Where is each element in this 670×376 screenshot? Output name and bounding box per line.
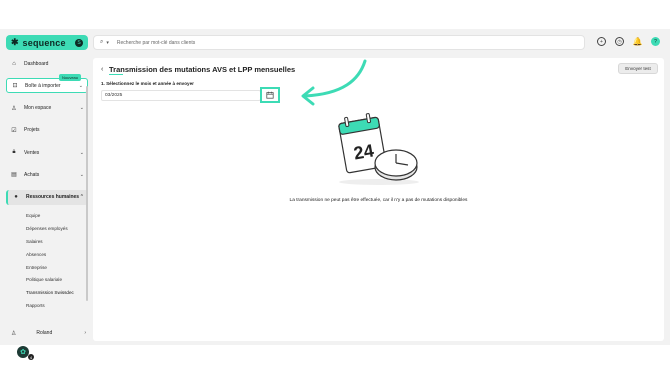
- user-menu[interactable]: ♙ Roland ›: [6, 327, 86, 339]
- chevron-down-icon: ⌄: [78, 82, 83, 89]
- check-icon: ☑: [11, 127, 17, 134]
- title-underline: [109, 74, 123, 75]
- chevron-down-icon: ⌄: [79, 105, 84, 112]
- add-icon[interactable]: +: [597, 37, 606, 46]
- submenu-item-team[interactable]: Equipe: [6, 209, 88, 222]
- pointer-arrow: [301, 59, 367, 106]
- sidebar-item-hr[interactable]: ● Ressources humaines ⌃: [6, 189, 88, 205]
- submenu-item-salaries[interactable]: Salaires: [6, 235, 88, 248]
- chevron-down-icon[interactable]: ▾: [106, 40, 109, 46]
- send-test-button[interactable]: Envoyer test: [618, 63, 658, 74]
- sidebar: ⌂ Dashboard Nouveau ⊡ Boîte à importer ⌄…: [6, 56, 88, 341]
- calendar-clock-illustration: 24: [338, 113, 419, 185]
- submenu-item-absences[interactable]: Absences: [6, 248, 88, 261]
- sidebar-item-purchases[interactable]: ▤ Achats ⌄: [6, 167, 88, 182]
- main-panel: ‹ Transmission des mutations AVS et LPP …: [93, 58, 664, 341]
- brand-logo[interactable]: ✱ sequence S: [6, 35, 88, 50]
- page-title: Transmission des mutations AVS et LPP me…: [109, 65, 296, 74]
- brand-name: sequence: [22, 37, 66, 48]
- logo-icon: ✱: [11, 37, 19, 47]
- month-field-label: 1. Sélectionnez le mois et année à envoy…: [101, 81, 194, 86]
- inbox-icon: ⊡: [12, 83, 18, 90]
- sidebar-item-label: Projets: [24, 127, 40, 134]
- calendar-button[interactable]: [260, 87, 280, 103]
- avatar[interactable]: ?: [651, 37, 660, 46]
- sidebar-item-label: Boîte à importer: [25, 82, 61, 89]
- chevron-right-icon: ›: [84, 330, 86, 336]
- sidebar-item-label: Dashboard: [24, 60, 49, 67]
- sidebar-item-label: Ventes: [24, 149, 40, 156]
- clock-icon[interactable]: ◷: [615, 37, 624, 46]
- empty-state-message: La transmission ne peut pas être effectu…: [289, 198, 468, 203]
- new-badge: Nouveau: [58, 74, 81, 82]
- app-window: ✱ sequence S ⌕ ▾ Recherche par mot-clé d…: [0, 29, 670, 360]
- chevron-up-icon: ⌃: [79, 194, 84, 201]
- user-name: Roland: [36, 330, 53, 336]
- submenu-item-swissdec[interactable]: Transmission Swissdec: [6, 286, 88, 299]
- calendar-icon: [266, 91, 274, 99]
- top-actions: + ◷ 🔔 ?: [597, 37, 660, 46]
- submenu-item-company[interactable]: Entreprise: [6, 261, 88, 274]
- sidebar-item-label: Mon espace: [24, 105, 52, 112]
- calendar-day-number: 24: [352, 140, 375, 163]
- sidebar-item-import-box[interactable]: Nouveau ⊡ Boîte à importer ⌄: [6, 74, 88, 94]
- submenu-item-reports[interactable]: Rapports: [6, 299, 88, 312]
- sidebar-item-my-space[interactable]: ♙ Mon espace ⌄: [6, 101, 88, 116]
- submenu-item-salary-policy[interactable]: Politique salariale: [6, 274, 88, 287]
- user-icon: ♙: [11, 330, 17, 337]
- people-icon: ●: [14, 194, 18, 201]
- sidebar-item-projects[interactable]: ☑ Projets: [6, 123, 88, 138]
- lock-icon: 🔒︎: [12, 149, 16, 156]
- help-notification-count: 4: [28, 354, 34, 360]
- back-arrow-icon[interactable]: ‹: [101, 66, 103, 73]
- search-icon: ⌕: [100, 39, 104, 45]
- chevron-down-icon: ⌄: [79, 171, 84, 178]
- home-icon: ⌂: [12, 60, 16, 67]
- sidebar-item-sales[interactable]: 🔒︎ Ventes ⌄: [6, 145, 88, 160]
- cart-icon: ▤: [11, 172, 17, 179]
- sidebar-item-label: Achats: [24, 171, 40, 178]
- brand-badge: S: [75, 38, 83, 47]
- sidebar-item-label: Ressources humaines: [26, 194, 80, 201]
- sidebar-item-dashboard[interactable]: ⌂ Dashboard: [6, 56, 88, 71]
- search-input[interactable]: Recherche par mot-clé dans clients: [117, 40, 195, 46]
- sidebar-scrollbar[interactable]: [86, 86, 88, 301]
- user-icon: ♙: [11, 105, 17, 112]
- bell-icon[interactable]: 🔔: [633, 37, 643, 46]
- month-input[interactable]: 03/2025: [101, 90, 261, 101]
- chevron-down-icon: ⌄: [79, 149, 84, 156]
- submenu-item-expenses[interactable]: Dépenses employés: [6, 222, 88, 235]
- search-bar[interactable]: ⌕ ▾ Recherche par mot-clé dans clients: [93, 35, 585, 50]
- hr-submenu: Equipe Dépenses employés Salaires Absenc…: [6, 209, 88, 312]
